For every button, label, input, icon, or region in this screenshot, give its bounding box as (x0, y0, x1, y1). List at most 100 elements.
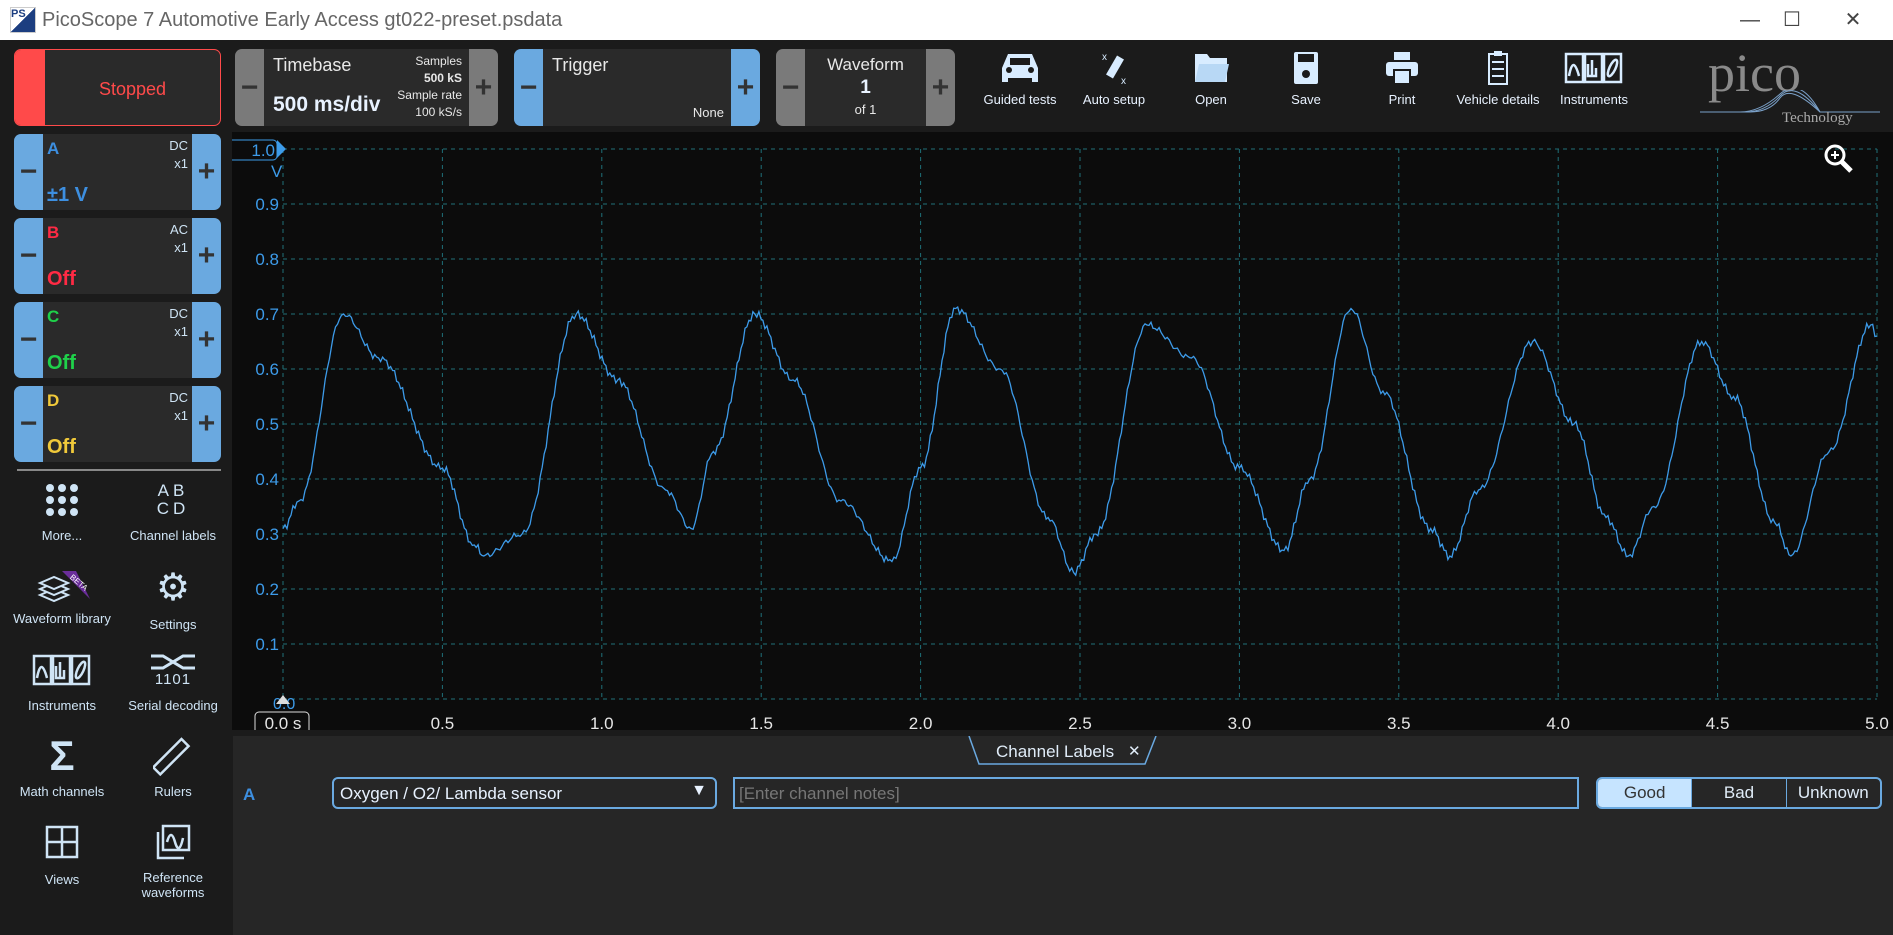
print-button[interactable]: Print (1357, 50, 1447, 107)
channel-a-probe: x1 (174, 156, 188, 171)
channel-c-coupling: DC (169, 306, 188, 321)
sigma-icon: Σ (49, 732, 75, 779)
channel-c-increase-button[interactable]: + (192, 302, 221, 378)
timebase-increase-button[interactable]: + (469, 49, 498, 126)
more-button[interactable]: More... (7, 478, 117, 543)
waveform-library-button[interactable]: BETA Waveform library (7, 565, 117, 626)
instruments-icon (1564, 52, 1623, 84)
trigger-increase-button[interactable]: + (731, 49, 760, 126)
channel-d-range: Off (47, 436, 76, 458)
x-tick-label: 4.5 (1706, 714, 1730, 730)
vehicle-details-button[interactable]: Vehicle details (1453, 50, 1543, 107)
channel-c-name: C (47, 307, 60, 326)
trigger-decrease-button[interactable]: − (514, 49, 543, 126)
rating-unknown-button[interactable]: Unknown (1787, 779, 1880, 807)
serial-decoding-button[interactable]: 1101 Serial decoding (118, 648, 228, 713)
samples-label: Samples (415, 54, 462, 68)
close-button[interactable]: ✕ (1833, 6, 1873, 34)
timebase-value[interactable]: 500 ms/div (273, 93, 380, 117)
math-channels-button[interactable]: Σ Math channels (7, 732, 117, 799)
svg-text:BETA: BETA (68, 573, 90, 593)
x-tick-label: 2.0 (909, 714, 933, 730)
sample-rate-label: Sample rate (397, 88, 462, 102)
x-tick-label: 5.0 (1865, 714, 1889, 730)
channel-b-increase-button[interactable]: + (192, 218, 221, 294)
waveform-chart[interactable]: 0.5 1.0 1.5 2.0 2.5 3.0 3.5 4.0 4.5 5.0 0.1 0.2 0.3 0… (225, 132, 1893, 735)
channel-c-control[interactable]: − + C DC x1 Off (14, 302, 221, 378)
rating-toggle[interactable]: Good Bad Unknown (1596, 777, 1882, 809)
channel-d-decrease-button[interactable]: − (14, 386, 43, 462)
waveform-previous-button[interactable]: − (776, 49, 805, 126)
x-tick-label: 3.5 (1387, 714, 1411, 730)
channel-a-control[interactable]: − + A DC x1 ±1 V (14, 134, 221, 210)
instruments-button[interactable]: Instruments (7, 648, 117, 713)
channel-b-control[interactable]: − + B AC x1 Off (14, 218, 221, 294)
clipboard-icon (1488, 51, 1508, 85)
minimize-button[interactable]: — (1730, 6, 1770, 34)
views-grid-icon (7, 820, 117, 864)
chevron-down-icon: ▼ (691, 782, 707, 799)
folder-icon (1195, 54, 1229, 82)
instruments-toolbar-button[interactable]: Instruments (1549, 50, 1639, 107)
views-button[interactable]: Views (7, 820, 117, 887)
channel-b-range: Off (47, 268, 76, 290)
printer-icon (1386, 52, 1418, 85)
ruler-icon (118, 734, 228, 778)
wand-icon: xx (1102, 52, 1126, 86)
channel-a-increase-button[interactable]: + (192, 134, 221, 210)
x-tick-label: 4.0 (1546, 714, 1570, 730)
channel-d-increase-button[interactable]: + (192, 386, 221, 462)
timebase-label: Timebase (273, 55, 352, 75)
x-tick-label: 1.5 (749, 714, 773, 730)
channel-b-decrease-button[interactable]: − (14, 218, 43, 294)
waveform-library-icon: BETA (7, 565, 117, 609)
reference-waveforms-button[interactable]: Reference waveforms (118, 820, 228, 900)
timebase-control: − + Timebase 500 ms/div Samples 500 kS S… (235, 49, 498, 126)
waveform-count: of 1 (854, 102, 877, 117)
rulers-button[interactable]: Rulers (118, 734, 228, 799)
channel-a-name: A (47, 139, 60, 158)
channel-label-select[interactable]: Oxygen / O2/ Lambda sensor ▼ (332, 777, 717, 809)
channel-labels-button[interactable]: AB CD Channel labels (118, 478, 228, 544)
x-tick-label: 0.0 s (265, 714, 302, 730)
trigger-mode[interactable]: None (693, 105, 724, 120)
rating-bad-button[interactable]: Bad (1692, 779, 1787, 807)
settings-button[interactable]: ⚙ Settings (118, 565, 228, 633)
channel-b-probe: x1 (174, 240, 188, 255)
svg-text:x: x (1121, 76, 1126, 86)
rating-good-button[interactable]: Good (1598, 779, 1693, 807)
floppy-icon (1294, 52, 1318, 84)
channel-a-decrease-button[interactable]: − (14, 134, 43, 210)
channel-notes-input[interactable]: [Enter channel notes] (733, 777, 1579, 809)
channel-d-control[interactable]: − + D DC x1 Off (14, 386, 221, 462)
save-button[interactable]: Save (1261, 50, 1351, 107)
scope-view[interactable]: 0.5 1.0 1.5 2.0 2.5 3.0 3.5 4.0 4.5 5.0 0.1 0.2 0.3 0… (225, 132, 1893, 735)
timebase-decrease-button[interactable]: − (235, 49, 264, 126)
y-tick-label: 1.0 (251, 141, 275, 160)
y-tick-label: 0.6 (255, 360, 279, 379)
y-tick-label: 0.2 (255, 580, 279, 599)
auto-setup-button[interactable]: xx Auto setup (1069, 50, 1159, 107)
car-icon (1002, 54, 1038, 82)
waveform-next-button[interactable]: + (926, 49, 955, 126)
y-tick-label: 0.5 (255, 415, 279, 434)
guided-tests-button[interactable]: Guided tests (975, 50, 1065, 107)
y-tick-label: 0.7 (255, 305, 279, 324)
channel-c-decrease-button[interactable]: − (14, 302, 43, 378)
channel-a-range: ±1 V (47, 184, 88, 206)
window-title: PicoScope 7 Automotive Early Access gt02… (42, 9, 563, 31)
title-bar: PS PicoScope 7 Automotive Early Access g… (0, 0, 1893, 40)
channel-b-coupling: AC (169, 222, 188, 237)
samples-value: 500 kS (423, 71, 462, 85)
x-tick-label: 0.5 (431, 714, 455, 730)
x-tick-label: 1.0 (590, 714, 614, 730)
open-button[interactable]: Open (1166, 50, 1256, 107)
svg-text:x: x (1102, 52, 1107, 63)
close-tab-icon[interactable]: ✕ (1128, 742, 1141, 760)
run-stop-button[interactable]: Stopped (14, 49, 221, 126)
maximize-button[interactable]: ☐ (1772, 6, 1812, 34)
zoom-in-icon[interactable] (1822, 142, 1856, 176)
toolbar: Stopped − + Timebase 500 ms/div Samples … (0, 40, 1893, 132)
waveform-control: − + Waveform 1 of 1 (776, 49, 955, 126)
channel-labels-tab[interactable]: Channel Labels ✕ (968, 736, 1158, 766)
